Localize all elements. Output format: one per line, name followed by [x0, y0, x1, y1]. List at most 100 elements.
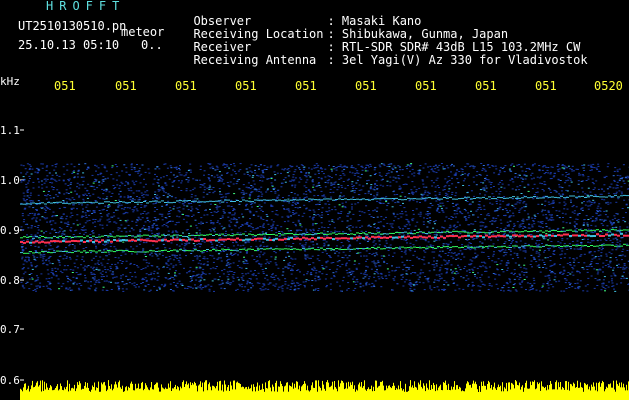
- noise-pixel: [506, 238, 509, 240]
- noise-pixel: [241, 286, 244, 288]
- noise-pixel: [479, 221, 482, 223]
- noise-pixel: [142, 268, 145, 269]
- noise-pixel: [514, 283, 516, 285]
- noise-pixel: [467, 173, 470, 175]
- noise-pixel: [283, 259, 286, 261]
- noise-pixel: [499, 219, 502, 221]
- noise-pixel: [571, 271, 574, 273]
- noise-pixel: [102, 180, 105, 182]
- noise-pixel: [616, 169, 619, 171]
- noise-pixel: [48, 281, 51, 283]
- noise-pixel: [561, 250, 564, 252]
- noise-pixel: [438, 274, 441, 276]
- noise-pixel: [374, 173, 377, 174]
- noise-pixel: [479, 279, 482, 281]
- noise-pixel: [357, 202, 360, 204]
- noise-pixel: [600, 193, 603, 195]
- noise-pixel: [100, 276, 103, 278]
- noise-pixel: [626, 226, 629, 228]
- noise-pixel: [112, 185, 115, 186]
- noise-pixel: [29, 194, 32, 196]
- noise-pixel: [174, 230, 177, 232]
- noise-pixel: [511, 204, 514, 206]
- noise-pixel: [58, 207, 61, 209]
- noise-pixel: [359, 177, 362, 179]
- noise-pixel: [124, 220, 127, 222]
- noise-pixel: [117, 286, 120, 288]
- noise-pixel: [520, 223, 523, 225]
- noise-pixel: [24, 168, 27, 170]
- noise-pixel: [621, 259, 623, 261]
- noise-pixel: [518, 224, 521, 226]
- noise-pixel: [507, 289, 510, 291]
- noise-pixel: [102, 243, 105, 245]
- noise-pixel: [518, 164, 521, 165]
- noise-pixel: [245, 204, 247, 206]
- noise-pixel: [35, 204, 38, 205]
- noise-pixel: [28, 197, 31, 199]
- noise-pixel: [456, 226, 459, 228]
- noise-pixel: [205, 285, 208, 287]
- noise-pixel: [165, 184, 168, 186]
- noise-pixel: [587, 208, 590, 210]
- noise-pixel: [621, 178, 623, 180]
- noise-pixel: [198, 280, 201, 282]
- noise-pixel: [548, 203, 551, 205]
- noise-pixel: [303, 166, 306, 168]
- noise-pixel: [409, 260, 412, 261]
- noise-pixel: [180, 182, 183, 184]
- noise-pixel: [282, 271, 285, 273]
- noise-pixel: [178, 202, 181, 204]
- noise-pixel: [525, 168, 528, 169]
- noise-pixel: [138, 167, 141, 169]
- noise-pixel: [21, 180, 24, 181]
- noise-pixel: [146, 265, 149, 267]
- noise-pixel: [257, 249, 260, 251]
- noise-pixel: [139, 229, 142, 231]
- noise-pixel: [278, 231, 281, 232]
- noise-pixel: [552, 203, 555, 204]
- noise-pixel: [107, 206, 110, 207]
- noise-pixel: [202, 184, 205, 186]
- noise-pixel: [274, 213, 277, 215]
- noise-pixel: [97, 260, 100, 262]
- noise-pixel: [436, 166, 439, 168]
- noise-pixel: [518, 264, 521, 266]
- noise-pixel: [541, 169, 544, 171]
- noise-pixel: [370, 286, 373, 288]
- noise-pixel: [624, 221, 627, 223]
- noise-pixel: [69, 199, 72, 201]
- noise-pixel: [93, 274, 96, 275]
- noise-pixel: [199, 243, 202, 245]
- noise-pixel: [154, 191, 157, 193]
- noise-pixel: [352, 289, 355, 291]
- noise-pixel: [22, 192, 25, 194]
- noise-pixel: [409, 170, 411, 172]
- noise-pixel: [276, 214, 279, 216]
- noise-pixel: [512, 287, 515, 288]
- noise-pixel: [351, 172, 354, 174]
- noise-pixel: [365, 283, 368, 285]
- noise-pixel: [145, 238, 148, 240]
- noise-pixel: [192, 178, 195, 180]
- noise-pixel: [538, 177, 541, 179]
- noise-pixel: [458, 171, 461, 172]
- noise-pixel: [435, 233, 438, 235]
- noise-pixel: [603, 219, 606, 221]
- noise-pixel: [250, 204, 252, 205]
- noise-pixel: [198, 260, 201, 262]
- noise-pixel: [351, 167, 354, 169]
- noise-pixel: [386, 268, 389, 270]
- noise-pixel: [509, 220, 512, 222]
- noise-pixel: [537, 203, 540, 205]
- noise-pixel: [300, 171, 303, 173]
- noise-pixel: [362, 285, 365, 287]
- noise-pixel: [174, 272, 176, 274]
- noise-pixel: [122, 213, 125, 215]
- noise-pixel: [60, 216, 63, 218]
- noise-pixel: [224, 193, 227, 195]
- noise-pixel: [411, 272, 414, 273]
- noise-pixel: [503, 243, 506, 244]
- noise-pixel: [46, 269, 49, 271]
- noise-pixel: [448, 218, 451, 220]
